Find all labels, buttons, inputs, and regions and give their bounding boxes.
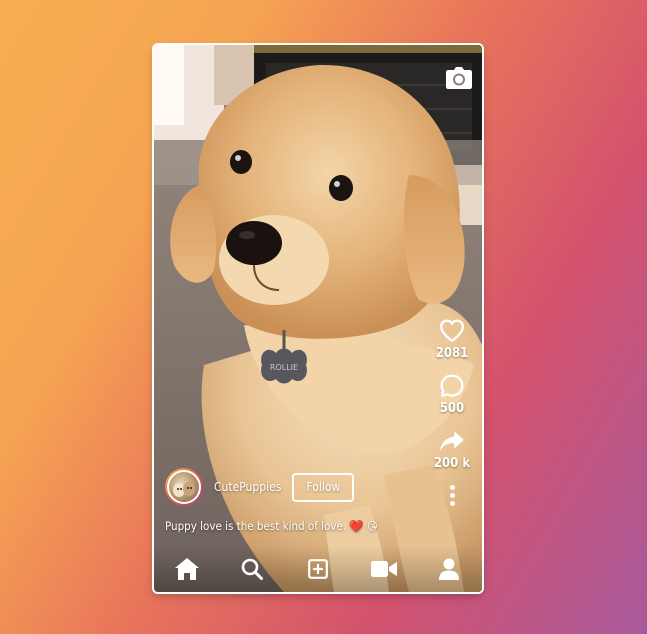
avatar[interactable] <box>165 468 203 506</box>
reel-card: ROLLIE 2081 500 200 k CutePuppies Follow… <box>154 45 482 592</box>
nav-reels[interactable] <box>370 556 397 582</box>
share-count: 200 k <box>433 456 471 471</box>
author-row: CutePuppies Follow <box>165 468 355 506</box>
avatar-image <box>173 482 195 497</box>
caption: Puppy love is the best kind of love. ❤️ … <box>165 519 378 533</box>
nav-search[interactable] <box>239 556 265 582</box>
svg-text:ROLLIE: ROLLIE <box>270 363 298 372</box>
like-action[interactable]: 2081 <box>435 318 469 361</box>
camera-icon <box>446 67 472 89</box>
comment-icon[interactable] <box>439 373 465 399</box>
camera-button[interactable] <box>446 67 472 89</box>
nav-create[interactable] <box>305 556 331 582</box>
plus-square-icon <box>308 559 328 579</box>
user-icon <box>439 558 460 580</box>
heart-icon[interactable] <box>439 318 465 344</box>
share-action[interactable]: 200 k <box>434 428 470 471</box>
share-icon[interactable] <box>439 428 465 454</box>
action-rail: 2081 500 200 k <box>429 318 475 506</box>
like-count: 2081 <box>435 346 469 361</box>
more-vertical-icon <box>449 485 455 490</box>
nav-home[interactable] <box>174 556 200 582</box>
video-icon <box>370 561 397 577</box>
search-icon <box>242 558 264 580</box>
comment-action[interactable]: 500 <box>439 373 465 416</box>
bottom-nav <box>154 546 482 592</box>
follow-button[interactable]: Follow <box>292 472 355 502</box>
comment-count: 500 <box>439 401 465 416</box>
nav-profile[interactable] <box>436 556 462 582</box>
username[interactable]: CutePuppies <box>214 480 281 494</box>
home-icon <box>174 558 199 580</box>
more-button[interactable] <box>449 485 455 506</box>
